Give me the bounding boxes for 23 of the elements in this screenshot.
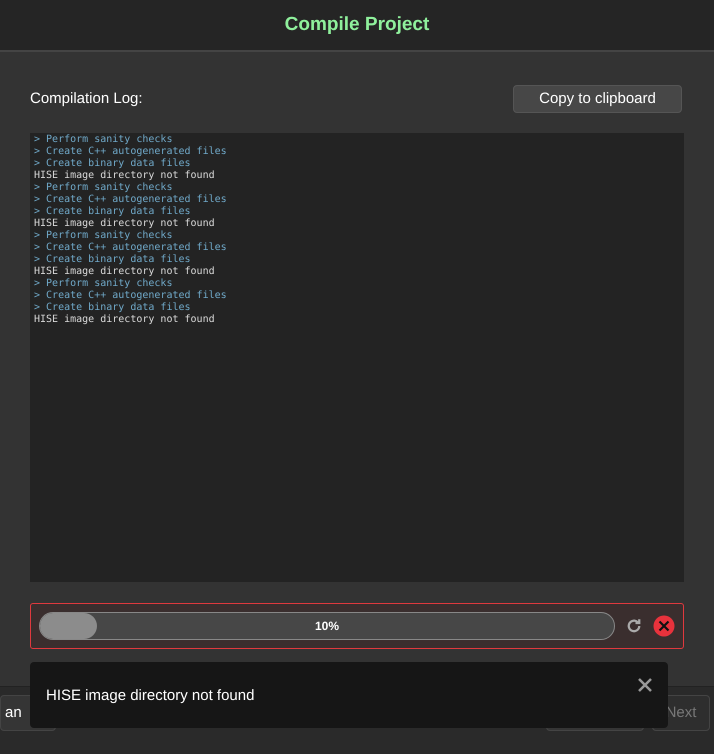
log-line: HISE image directory not found <box>34 218 216 230</box>
copy-button[interactable]: Copy to clipboard <box>513 85 682 113</box>
log-line: > Create binary data files <box>34 302 192 314</box>
log-line: HISE image directory not found <box>34 314 216 326</box>
log-line: > Perform sanity checks <box>34 230 174 242</box>
log-line: > Create binary data files <box>34 206 192 218</box>
log-line: > Perform sanity checks <box>34 278 174 290</box>
log-line: > Create C++ autogenerated files <box>34 242 228 254</box>
log-line: HISE image directory not found <box>34 266 216 278</box>
progress-reading: 10% <box>314 618 340 635</box>
cancel-icon[interactable] <box>653 615 675 637</box>
window-title: Compile Project <box>284 12 430 37</box>
log-line: > Create binary data files <box>34 254 192 266</box>
refresh-icon[interactable] <box>625 617 643 635</box>
log-line: > Create binary data files <box>34 158 192 170</box>
log-line: > Create C++ autogenerated files <box>34 146 228 158</box>
log-line: > Perform sanity checks <box>34 182 174 194</box>
log-line: > Create C++ autogenerated files <box>34 194 228 206</box>
log-label: Compilation Log: <box>30 88 143 109</box>
log-line: > Create C++ autogenerated files <box>34 290 228 302</box>
log-line: > Perform sanity checks <box>34 134 174 146</box>
log-line: HISE image directory not found <box>34 170 216 182</box>
close-icon[interactable] <box>638 678 652 692</box>
